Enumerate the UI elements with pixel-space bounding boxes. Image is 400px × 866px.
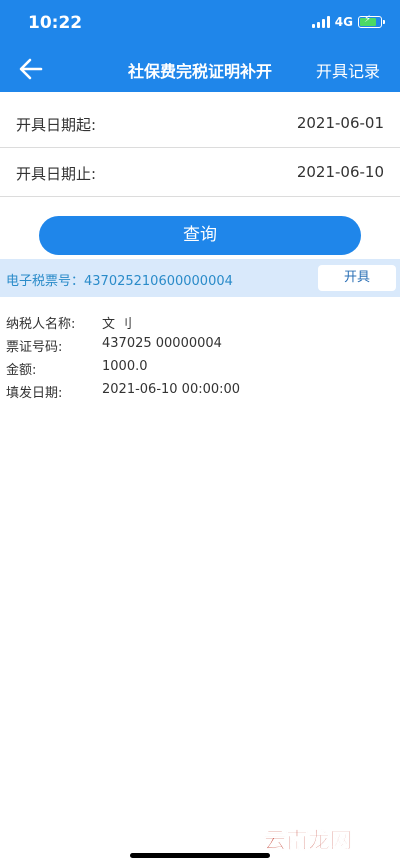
end-date-label: 开具日期止: — [16, 165, 97, 183]
watermark-logo: 云南龙网 — [264, 829, 353, 855]
detail-key: 填发日期: — [6, 386, 63, 401]
detail-key: 纳税人名称: — [6, 317, 76, 332]
app-header: 10:22 4G ⚡ 社保费完税证明补开 开具记录 — [0, 0, 400, 92]
nav-bar: 社保费完税证明补开 开具记录 — [0, 46, 400, 92]
detail-row-ticket-number: 票证号码: 437025 00000004 — [0, 336, 400, 359]
issue-records-link[interactable]: 开具记录 — [316, 58, 380, 82]
detail-key: 金额: — [6, 363, 37, 378]
detail-value: 1000.0 — [102, 359, 148, 374]
start-date-value[interactable]: 2021-06-01 — [297, 114, 384, 132]
start-date-field[interactable]: 开具日期起: 2021-06-01 — [0, 99, 400, 148]
end-date-value[interactable]: 2021-06-10 — [297, 163, 384, 181]
home-indicator[interactable] — [130, 853, 270, 858]
detail-value: 437025 00000004 — [102, 336, 222, 351]
end-date-field[interactable]: 开具日期止: 2021-06-10 — [0, 148, 400, 197]
query-button[interactable]: 查询 — [39, 216, 361, 255]
detail-key: 票证号码: — [6, 340, 63, 355]
battery-charging-icon: ⚡ — [358, 14, 385, 28]
detail-value: 2021-06-10 00:00:00 — [102, 382, 241, 397]
e-tax-ticket-number: 电子税票号：437025210600000004 — [6, 274, 233, 289]
page: 10:22 4G ⚡ 社保费完税证明补开 开具记录 开具日期起: 2021-06… — [0, 0, 400, 866]
status-bar: 10:22 4G ⚡ — [0, 0, 400, 46]
svg-text:云南龙网: 云南龙网 — [264, 829, 352, 854]
status-indicators: 4G ⚡ — [311, 14, 385, 29]
network-type: 4G — [334, 15, 353, 29]
detail-value: 文 刂 — [102, 317, 133, 332]
signal-bars-icon — [311, 16, 330, 28]
detail-row-amount: 金额: 1000.0 — [0, 359, 400, 382]
start-date-label: 开具日期起: — [16, 116, 97, 134]
ticket-header: 电子税票号：437025210600000004 开具 — [0, 259, 400, 297]
issue-button[interactable]: 开具 — [318, 265, 396, 291]
detail-row-taxpayer: 纳税人名称: 文 刂 — [0, 313, 400, 336]
status-time: 10:22 — [28, 13, 83, 33]
detail-row-issue-date: 填发日期: 2021-06-10 00:00:00 — [0, 382, 400, 405]
